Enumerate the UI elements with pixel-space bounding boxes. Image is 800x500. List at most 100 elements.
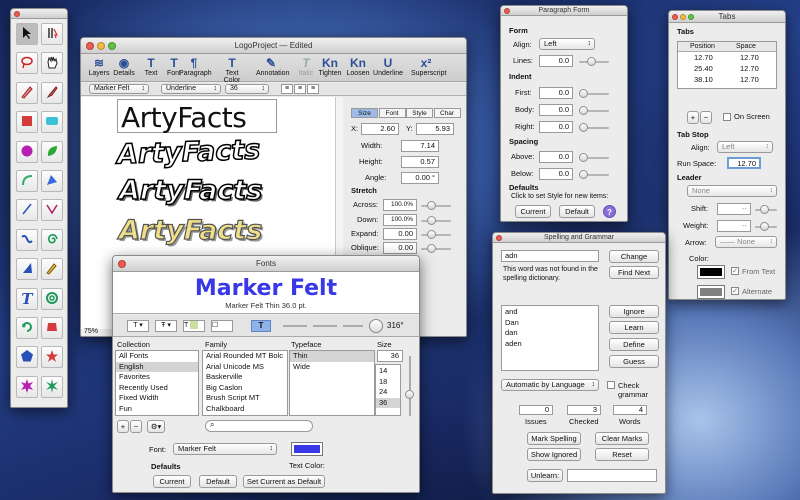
first-slider[interactable] [579, 89, 609, 98]
unlearn-button[interactable]: Unlearn: [527, 469, 563, 482]
family-item[interactable]: Arial Rounded MT Bolc [203, 351, 287, 362]
slider-knob[interactable] [405, 390, 414, 399]
current-button[interactable]: Current [153, 475, 191, 488]
spiral-tool[interactable] [41, 228, 63, 251]
polygon-tool[interactable] [41, 170, 63, 192]
font-popup[interactable]: Marker Felt [89, 84, 149, 94]
align-right-icon[interactable]: ≡ [307, 84, 319, 94]
tab-row[interactable]: 12.70 12.70 [678, 52, 776, 63]
collection-item[interactable]: Favorites [116, 372, 198, 383]
pointer-tool[interactable] [16, 23, 38, 45]
first-field[interactable]: 0.0 [539, 87, 573, 99]
below-slider[interactable] [579, 170, 609, 179]
text-cursor-tool[interactable] [41, 23, 63, 45]
leaf-tool[interactable] [41, 140, 63, 163]
across-slider[interactable] [421, 201, 451, 210]
spelling-titlebar[interactable]: Spelling and Grammar [493, 233, 665, 243]
size-item[interactable]: 14 [376, 366, 400, 377]
arc-tool[interactable] [16, 170, 38, 192]
guess-item[interactable]: Dan [502, 318, 598, 329]
slider-knob[interactable] [427, 201, 436, 210]
misspelled-word-field[interactable]: adn [501, 250, 599, 262]
stamp-tool[interactable] [41, 317, 63, 339]
guess-item[interactable]: and [502, 307, 598, 318]
text-underline-icon[interactable]: T ▾ [127, 320, 149, 332]
rotate-tool[interactable] [16, 317, 38, 339]
slider-knob[interactable] [427, 244, 436, 253]
close-icon[interactable] [86, 42, 94, 50]
ignore-button[interactable]: Ignore [609, 305, 659, 318]
change-button[interactable]: Change [609, 250, 659, 263]
expand-slider[interactable] [421, 230, 451, 239]
align-center-icon[interactable]: ≡ [294, 84, 306, 94]
sample-text-4[interactable]: ArtyFacts [118, 214, 262, 246]
tabs-table[interactable]: Position Space 12.70 12.70 25.40 12.70 38.10… [677, 41, 777, 89]
wedge-tool[interactable] [16, 258, 38, 281]
size-popup[interactable]: 36 [225, 84, 269, 94]
shadow-blur-slider[interactable] [313, 325, 337, 327]
alternate-checkbox[interactable]: ✓ [731, 287, 739, 295]
tab-font[interactable]: Font [378, 108, 406, 118]
slider-knob[interactable] [579, 123, 588, 132]
collection-item[interactable]: Recently Used [116, 383, 198, 394]
document-color-icon[interactable]: ☐ [211, 320, 233, 332]
size-field[interactable]: 36 [377, 350, 403, 362]
collection-item[interactable]: Fixed Width [116, 393, 198, 404]
remove-collection-button[interactable]: − [130, 420, 142, 433]
close-icon[interactable] [496, 235, 502, 241]
collection-item[interactable]: All Fonts [116, 351, 198, 362]
toolbar-text-color-button[interactable]: T Text Color [217, 56, 247, 84]
shift-slider[interactable] [755, 205, 777, 214]
slider-knob[interactable] [579, 170, 588, 179]
circle-tool[interactable] [16, 140, 38, 163]
on-screen-checkbox[interactable] [723, 113, 731, 121]
family-item[interactable]: Big Caslon [203, 383, 287, 394]
angle-field[interactable]: 0.00 ° [401, 172, 439, 184]
weight-slider[interactable] [755, 222, 777, 231]
from-text-checkbox[interactable]: ✓ [731, 267, 739, 275]
slider-knob[interactable] [427, 230, 436, 239]
oblique-field[interactable]: 0.00 [383, 242, 417, 254]
default-button[interactable]: Default [559, 205, 595, 218]
unlearn-field[interactable] [567, 469, 657, 482]
y-field[interactable]: 5.93 [416, 123, 454, 135]
starburst-tool[interactable] [16, 375, 38, 398]
slider-knob[interactable] [587, 57, 596, 66]
body-field[interactable]: 0.0 [539, 104, 573, 116]
reset-button[interactable]: Reset [595, 448, 649, 461]
close-icon[interactable] [504, 8, 510, 14]
toolbar-underline-button[interactable]: U Underline [373, 56, 403, 77]
text-color-well[interactable] [291, 442, 323, 456]
slider-knob[interactable] [579, 106, 588, 115]
check-grammar-checkbox[interactable] [607, 381, 615, 389]
swirl-tool[interactable] [41, 287, 63, 310]
position-column-header[interactable]: Position [690, 42, 715, 52]
size-item[interactable]: 36 [376, 397, 400, 408]
minimize-icon[interactable] [97, 42, 105, 50]
find-next-button[interactable]: Find Next [609, 266, 659, 279]
width-field[interactable]: 7.14 [401, 140, 439, 152]
rotation-knob[interactable] [369, 319, 383, 333]
alternate-color-well[interactable] [697, 285, 725, 299]
typeface-list[interactable]: Thin Wide [289, 350, 375, 416]
family-item[interactable]: Brush Script MT [203, 393, 287, 404]
tab-size[interactable]: Size [351, 108, 378, 118]
define-button[interactable]: Define [609, 338, 659, 351]
brush-tool[interactable] [41, 81, 63, 104]
toolbar-annotation-button[interactable]: ✎ Annotation [256, 56, 289, 77]
toolbar-superscript-button[interactable]: x² Superscript [411, 56, 446, 77]
space-column-header[interactable]: Space [736, 42, 756, 52]
family-item[interactable]: Arial Unicode MS [203, 362, 287, 373]
current-button[interactable]: Current [515, 205, 551, 218]
leader-color-well[interactable] [697, 265, 725, 279]
toolbar-loosen-button[interactable]: Kn Loosen [343, 56, 373, 77]
sample-text-3[interactable]: ArtyFacts [118, 174, 263, 207]
clear-marks-button[interactable]: Clear Marks [595, 432, 649, 445]
help-icon[interactable]: ? [603, 205, 616, 218]
slider-knob[interactable] [760, 222, 769, 231]
lines-field[interactable]: 0.0 [539, 55, 573, 67]
toolbar-paragraph-button[interactable]: ¶ Paragraph [179, 56, 212, 77]
rectangle-tool[interactable] [16, 111, 38, 134]
lasso-tool[interactable] [16, 52, 38, 75]
rounded-rectangle-tool[interactable] [41, 111, 63, 134]
